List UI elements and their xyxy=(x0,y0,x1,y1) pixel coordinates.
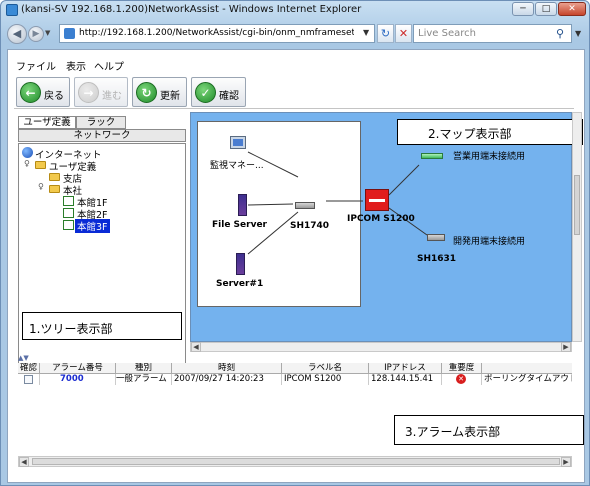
minimize-button[interactable]: ─ xyxy=(512,2,534,16)
tree-callout: 1.ツリー表示部 xyxy=(22,312,182,340)
map-node-icon xyxy=(63,208,74,218)
menu-help[interactable]: ヘルプ xyxy=(94,58,124,73)
update-button[interactable]: ↻ 更新 xyxy=(132,77,187,107)
back-button[interactable]: ← 戻る xyxy=(16,77,70,107)
menu-view[interactable]: 表示 xyxy=(66,58,86,73)
confirm-label: 確認 xyxy=(219,91,239,102)
tab-network[interactable]: ネットワーク xyxy=(18,129,186,142)
refresh-icon[interactable]: ↻ xyxy=(377,24,394,43)
header-blank xyxy=(482,363,572,374)
switch-icon[interactable] xyxy=(421,153,443,159)
map-node-icon xyxy=(63,196,74,206)
update-icon: ↻ xyxy=(136,82,157,103)
globe-icon xyxy=(22,147,33,158)
stop-icon[interactable]: ✕ xyxy=(395,24,412,43)
window-title: (kansi-SV 192.168.1.200)NetworkAssist - … xyxy=(21,4,362,15)
device-label-dev: 開発用端末接続用 xyxy=(453,237,526,247)
alarm-message-cell: ポーリングタイムアウト xyxy=(484,374,572,384)
scroll-left-icon[interactable]: ◀ xyxy=(19,457,29,467)
map-links xyxy=(326,164,428,236)
router-icon[interactable] xyxy=(365,189,389,211)
critical-icon: ✕ xyxy=(456,374,466,384)
search-placeholder: Live Search xyxy=(418,28,476,39)
ie-icon xyxy=(6,4,18,16)
forward-arrow-icon[interactable]: ▶ xyxy=(28,26,44,42)
map-horizontal-scrollbar[interactable]: ◀ ▶ xyxy=(190,342,572,352)
magnifier-icon[interactable]: ⚲ xyxy=(556,27,564,40)
address-dropdown-icon[interactable]: ▼ xyxy=(363,28,369,37)
folder-icon xyxy=(49,173,60,181)
menu-file[interactable]: ファイル xyxy=(16,58,56,73)
map-vertical-scrollbar[interactable] xyxy=(572,112,582,342)
title-bar: (kansi-SV 192.168.1.200)NetworkAssist - … xyxy=(1,1,589,19)
back-icon: ← xyxy=(20,82,41,103)
close-button[interactable]: ✕ xyxy=(558,2,586,16)
search-dropdown-icon[interactable]: ▼ xyxy=(575,29,581,38)
map-view: 監視マネー... File Server SH1740 Server#1 IPC… xyxy=(190,112,583,342)
map-callout: 2.マップ表示部 xyxy=(397,119,583,145)
scroll-left-icon[interactable]: ◀ xyxy=(191,342,201,352)
device-label-sales: 営業用端末接続用 xyxy=(453,152,526,162)
back-arrow-icon[interactable]: ◀ xyxy=(7,24,27,44)
confirm-button[interactable]: ✓ 確認 xyxy=(191,77,246,107)
alarm-number-cell: 7000 xyxy=(40,374,116,385)
forward-icon: → xyxy=(78,82,99,103)
page-content: ファイル 表示 ヘルプ ← 戻る → 進む ↻ 更新 ✓ 確認 ユーザ定義 ラッ… xyxy=(7,49,585,483)
search-input[interactable]: Live Search ⚲ xyxy=(413,24,572,43)
forward-label: 進む xyxy=(102,91,122,102)
header-type[interactable]: 種別 xyxy=(116,363,172,374)
device-label-ipcom: IPCOM S1200 xyxy=(347,214,415,224)
back-label: 戻る xyxy=(44,91,64,102)
scroll-thumb[interactable] xyxy=(574,175,580,235)
forward-button[interactable]: → 進む xyxy=(74,77,128,107)
confirm-cell xyxy=(18,374,40,385)
map-node-icon xyxy=(63,220,74,230)
alarm-horizontal-scrollbar[interactable]: ◀ ▶ xyxy=(18,456,572,467)
scroll-thumb[interactable] xyxy=(32,458,560,465)
page-icon xyxy=(64,28,75,39)
scroll-right-icon[interactable]: ▶ xyxy=(561,457,571,467)
tree-panel: ユーザ定義 ラック ネットワーク インターネット ♀ ユーザ定義 支店 ♀ 本社… xyxy=(18,116,186,404)
alarm-time-cell: 2007/09/27 14:20:23 xyxy=(172,374,282,385)
severity-cell: ✕ xyxy=(442,374,482,385)
device-label-sh1631: SH1631 xyxy=(417,254,457,264)
alarm-callout: 3.アラーム表示部 xyxy=(394,415,584,445)
maximize-button[interactable]: □ xyxy=(535,2,557,16)
header-label[interactable]: ラベル名 xyxy=(282,363,369,374)
splitter-arrows-icon[interactable]: ▲▼ xyxy=(18,354,29,362)
address-bar[interactable]: http://192.168.1.200/NetworkAssist/cgi-b… xyxy=(59,24,375,43)
alarm-ip-cell: 128.144.15.41 xyxy=(369,374,442,385)
header-alarm-number[interactable]: アラーム番号 xyxy=(40,363,116,374)
tree-node-floor3[interactable]: 本館3F xyxy=(75,219,110,233)
history-dropdown-icon[interactable]: ▼ xyxy=(45,29,50,37)
folder-icon xyxy=(35,161,46,169)
confirm-checkbox[interactable] xyxy=(24,375,33,384)
confirm-icon: ✓ xyxy=(195,82,216,103)
tab-rack[interactable]: ラック xyxy=(76,116,126,129)
alarm-type-cell: 一般アラーム xyxy=(116,374,172,385)
update-label: 更新 xyxy=(160,91,180,102)
expand-icon[interactable]: ♀ xyxy=(24,159,30,168)
header-time[interactable]: 時刻 xyxy=(172,363,282,374)
header-confirm[interactable]: 確認 xyxy=(18,363,40,374)
toolbar: ← 戻る → 進む ↻ 更新 ✓ 確認 xyxy=(14,77,574,109)
switch-icon[interactable] xyxy=(427,234,445,241)
folder-icon xyxy=(49,185,60,193)
browser-window: (kansi-SV 192.168.1.200)NetworkAssist - … xyxy=(0,0,590,486)
alarm-label-cell: IPCOM S1200 xyxy=(282,374,369,385)
header-severity[interactable]: 重要度 xyxy=(442,363,482,374)
address-text[interactable]: http://192.168.1.200/NetworkAssist/cgi-b… xyxy=(79,28,354,38)
expand-icon[interactable]: ♀ xyxy=(38,182,44,191)
header-ip[interactable]: IPアドレス xyxy=(369,363,442,374)
table-row[interactable]: 7000 一般アラーム 2007/09/27 14:20:23 IPCOM S1… xyxy=(18,374,572,385)
scroll-right-icon[interactable]: ▶ xyxy=(561,342,571,352)
tab-user-defined[interactable]: ユーザ定義 xyxy=(18,116,76,129)
